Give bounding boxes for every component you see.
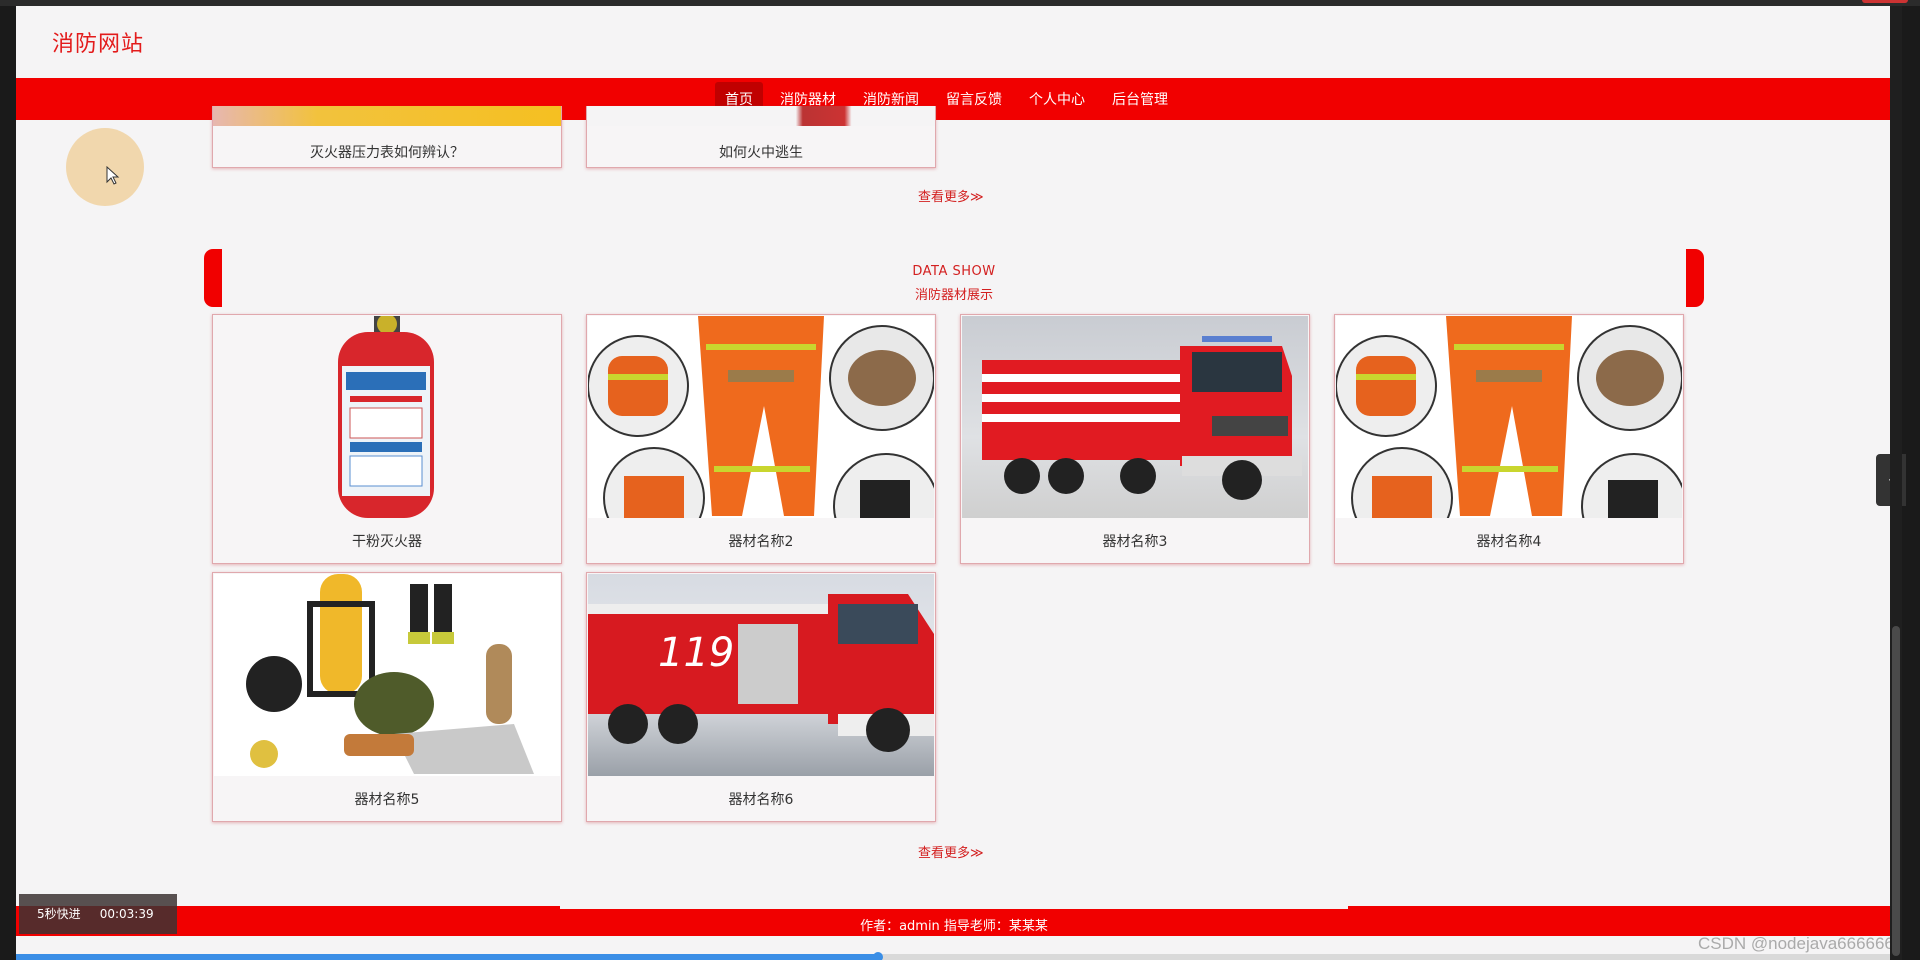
nav-item-profile[interactable]: 个人中心 — [1019, 82, 1095, 118]
window-close-hint — [1862, 0, 1908, 3]
equipment-card[interactable]: 器材名称4 — [1334, 314, 1684, 564]
section-title-cn: 消防器材展示 — [914, 288, 993, 303]
video-progress-knob[interactable] — [873, 952, 884, 960]
cursor-highlight — [66, 128, 144, 206]
equipment-image-firefighter-suit — [1336, 316, 1682, 518]
scrollbar-thumb[interactable] — [1892, 626, 1900, 956]
mouse-cursor-icon — [106, 166, 120, 185]
equipment-card[interactable]: 119 器材名称6 — [586, 572, 936, 822]
svg-text:119: 119 — [658, 630, 734, 676]
footer-text: 作者：admin 指导老师：某某某 — [860, 919, 1048, 934]
nav-item-feedback[interactable]: 留言反馈 — [936, 82, 1012, 118]
header: 消防网站 — [16, 6, 1890, 78]
news-card[interactable]: 如何火中逃生 — [586, 106, 936, 168]
equipment-image-breathing-apparatus — [214, 574, 560, 776]
equipment-card[interactable]: 干粉灭火器 — [212, 314, 562, 564]
equipment-more-link[interactable]: 查看更多≫ — [918, 842, 984, 861]
equipment-name: 器材名称3 — [1102, 534, 1168, 550]
footer: 作者：admin 指导老师：某某某 — [16, 906, 1890, 936]
equipment-name: 干粉灭火器 — [352, 534, 422, 550]
section-title-en: DATA SHOW — [912, 264, 996, 279]
video-player-overlay: 5秒快进 00:03:39 — [19, 894, 177, 934]
equipment-name: 器材名称6 — [728, 792, 794, 808]
news-title: 如何火中逃生 — [719, 145, 803, 161]
equipment-name: 器材名称4 — [1476, 534, 1542, 550]
equipment-name: 器材名称2 — [728, 534, 794, 550]
news-title: 灭火器压力表如何辨认？ — [310, 145, 464, 161]
news-image — [587, 106, 935, 126]
news-image — [213, 106, 561, 126]
nav-item-admin[interactable]: 后台管理 — [1102, 82, 1178, 118]
equipment-card[interactable]: 器材名称2 — [586, 314, 936, 564]
news-card[interactable]: 灭火器压力表如何辨认？ — [212, 106, 562, 168]
page: 消防网站 首页 消防器材 消防新闻 留言反馈 个人中心 后台管理 灭火器压力表如… — [16, 6, 1890, 960]
fast-forward-label[interactable]: 5秒快进 — [37, 907, 81, 921]
equipment-card[interactable]: 器材名称5 — [212, 572, 562, 822]
equipment-image-fire-engine: 119 — [588, 574, 934, 776]
equipment-name: 器材名称5 — [354, 792, 420, 808]
equipment-card[interactable]: 器材名称3 — [960, 314, 1310, 564]
page-scrollbar[interactable] — [1890, 6, 1902, 960]
site-logo[interactable]: 消防网站 — [52, 26, 144, 58]
equipment-image-extinguisher — [214, 316, 560, 518]
video-progress-bar[interactable] — [16, 952, 1890, 960]
footer-inner: 作者：admin 指导老师：某某某 — [560, 906, 1348, 936]
csdn-watermark: CSDN @nodejava666666 — [1698, 934, 1890, 953]
playback-time: 00:03:39 — [99, 907, 154, 921]
equipment-section-banner: DATA SHOW 消防器材展示 — [204, 249, 1704, 307]
news-more-link[interactable]: 查看更多≫ — [918, 186, 984, 205]
video-progress-fill — [16, 954, 879, 960]
equipment-image-fire-truck — [962, 316, 1308, 518]
equipment-image-firefighter-suit — [588, 316, 934, 518]
